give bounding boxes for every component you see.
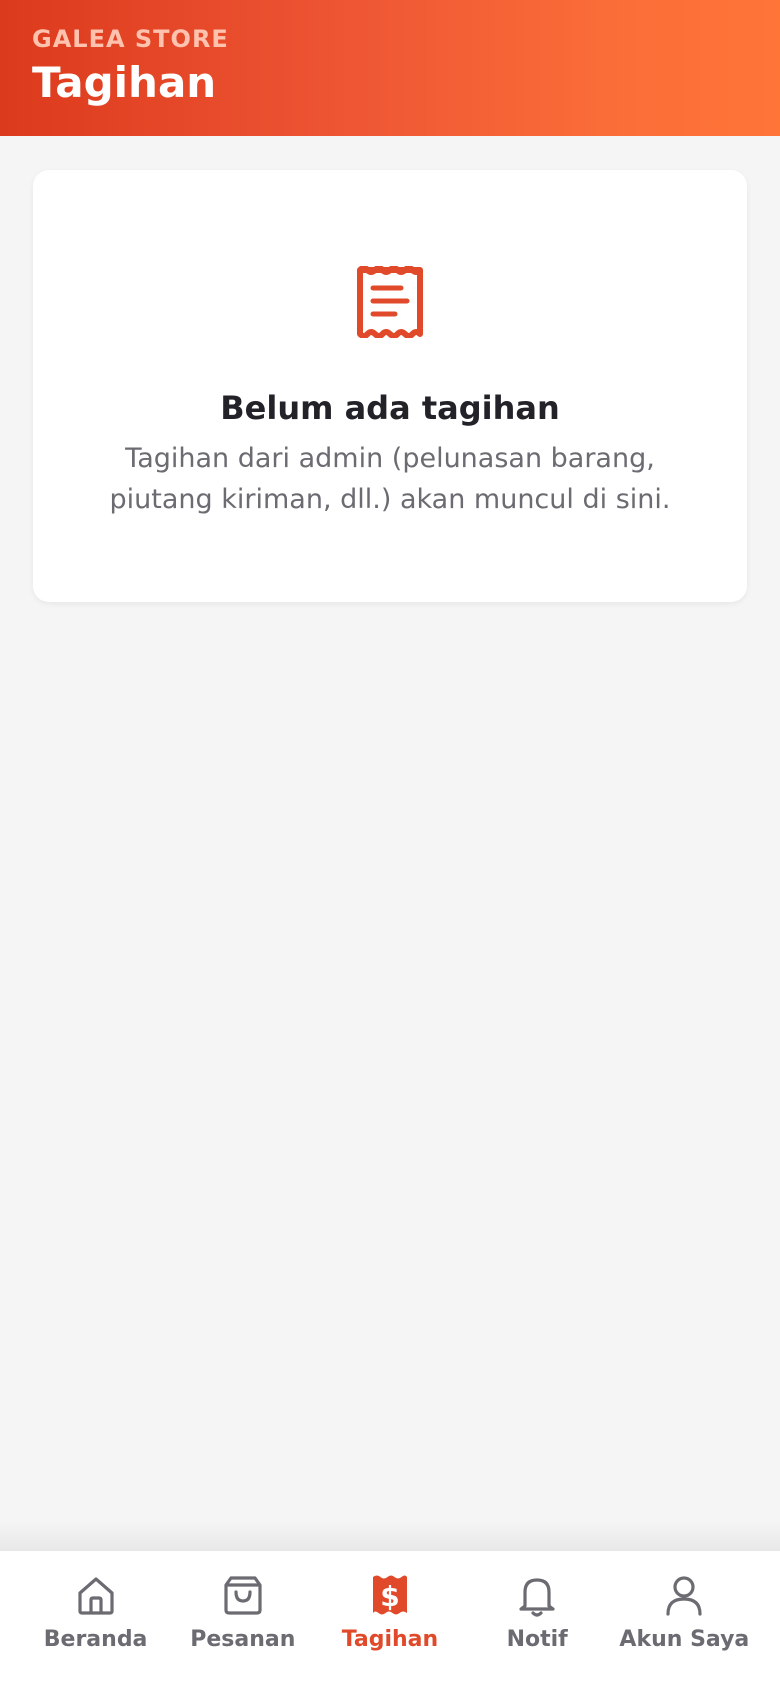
nav-label-akun-saya: Akun Saya — [619, 1627, 750, 1652]
user-icon — [666, 1576, 702, 1616]
store-name: GALEA STORE — [32, 25, 229, 53]
nav-label-beranda: Beranda — [43, 1627, 148, 1652]
shopping-bag-icon — [224, 1576, 262, 1615]
bottom-nav: Beranda Pesanan $ Tagihan Notif Akun Say… — [0, 1550, 780, 1688]
empty-state-title: Belum ada tagihan — [220, 389, 560, 427]
app-header: GALEA STORE Tagihan — [0, 0, 780, 136]
home-icon — [77, 1577, 114, 1615]
empty-state-description-line-1: Tagihan dari admin (pelunasan barang, — [125, 443, 655, 474]
page-title: Tagihan — [32, 58, 217, 107]
nav-item-notif[interactable]: Notif — [466, 1551, 609, 1688]
nav-label-tagihan: Tagihan — [341, 1627, 439, 1652]
bell-icon — [519, 1578, 555, 1617]
empty-state-description-line-2: piutang kiriman, dll.) akan muncul di si… — [109, 484, 671, 515]
empty-state-card: Belum ada tagihan Tagihan dari admin (pe… — [33, 170, 747, 602]
nav-label-notif: Notif — [506, 1627, 568, 1652]
nav-item-pesanan[interactable]: Pesanan — [171, 1551, 314, 1688]
empty-state-description: Tagihan dari admin (pelunasan barang, pi… — [73, 438, 707, 520]
nav-item-beranda[interactable]: Beranda — [24, 1551, 167, 1688]
bottom-nav-shadow — [0, 1520, 780, 1550]
nav-item-akun-saya[interactable]: Akun Saya — [613, 1551, 756, 1688]
bill-dollar-icon: $ — [372, 1575, 407, 1615]
svg-text:$: $ — [380, 1580, 399, 1613]
nav-item-tagihan[interactable]: $ Tagihan — [318, 1551, 461, 1688]
nav-label-pesanan: Pesanan — [190, 1627, 296, 1652]
receipt-icon — [357, 266, 423, 338]
